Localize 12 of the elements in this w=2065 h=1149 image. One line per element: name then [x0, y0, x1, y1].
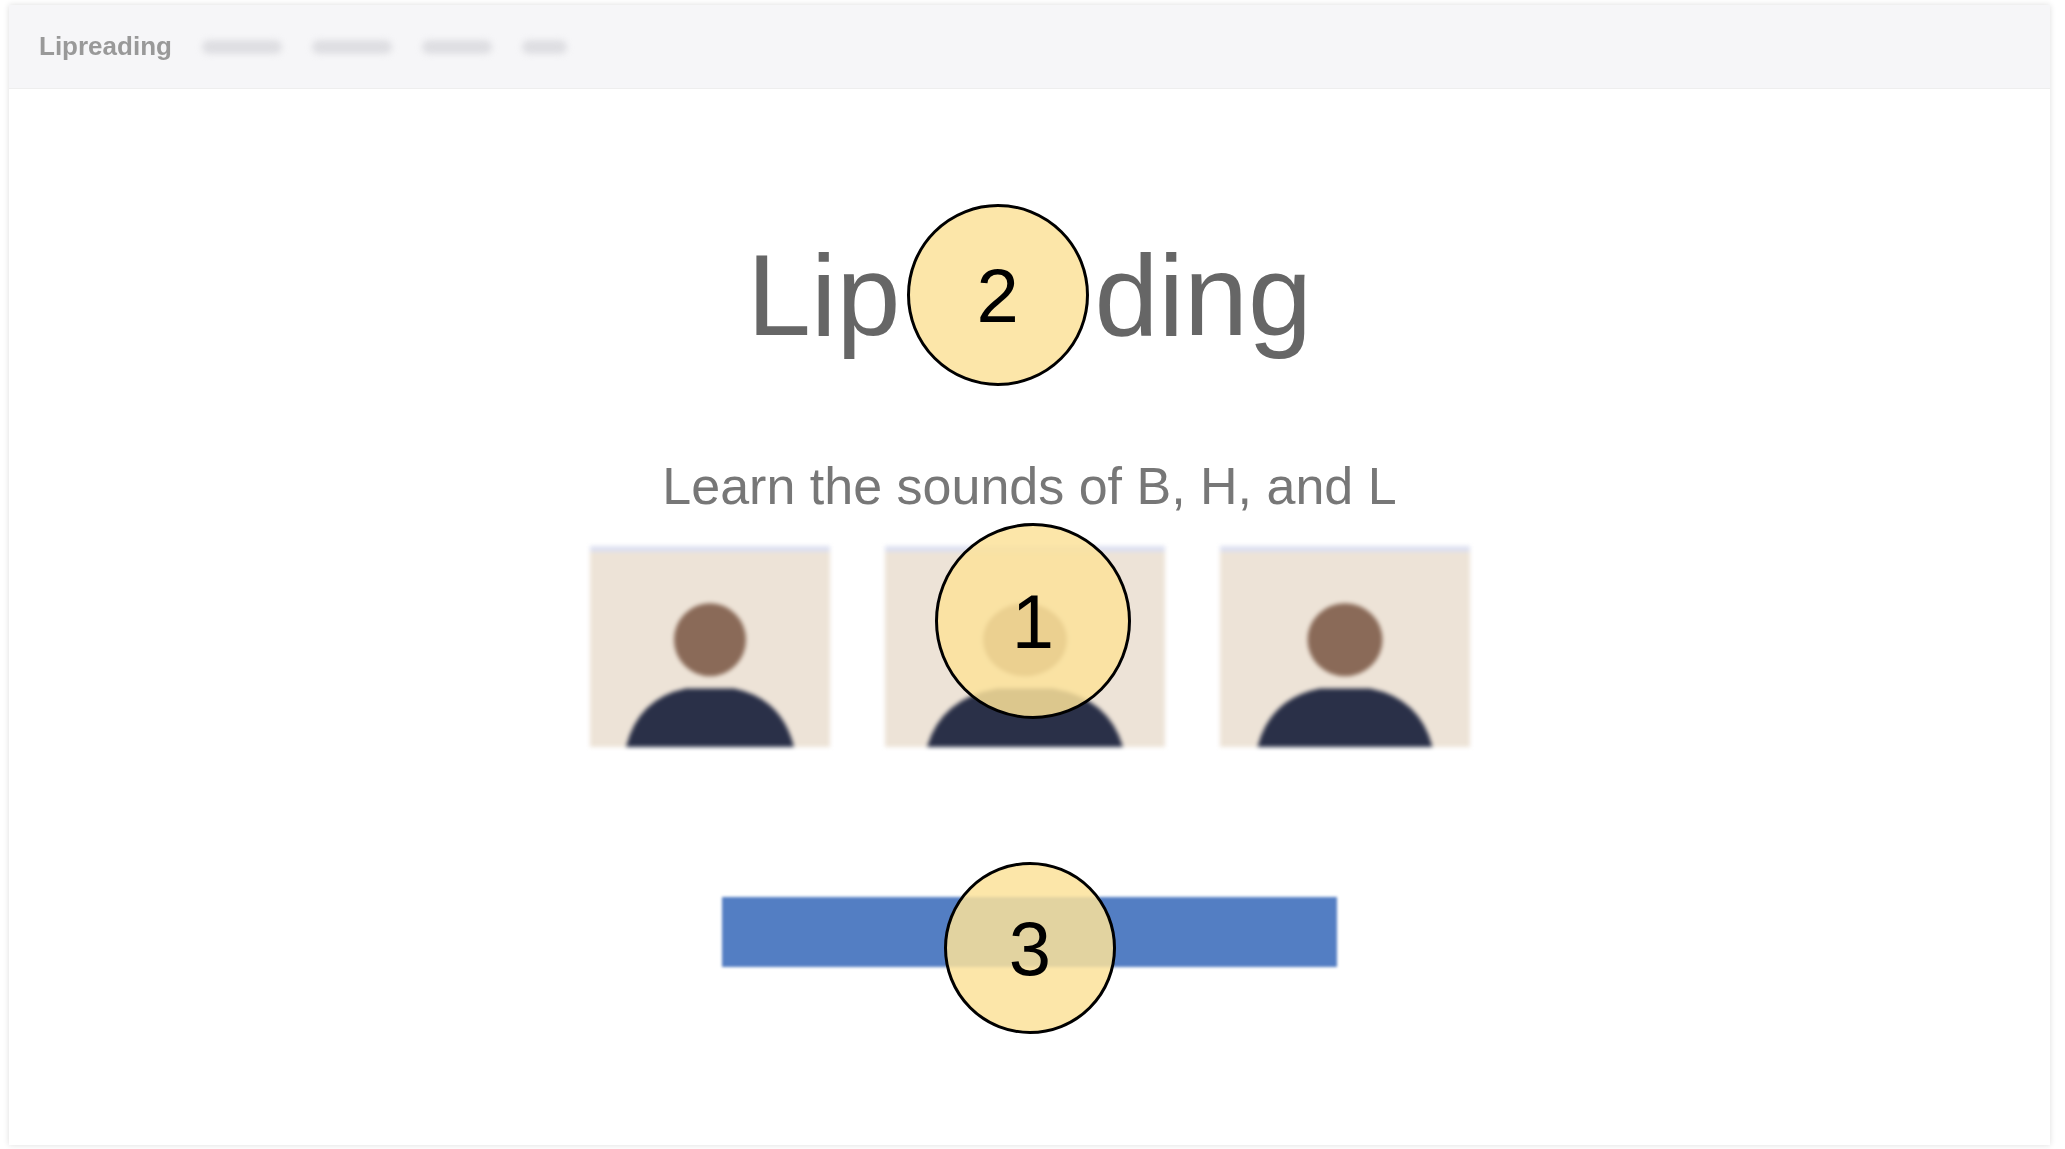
video-thumbnail[interactable] [589, 546, 830, 747]
video-thumbnail[interactable] [1219, 546, 1470, 747]
page-subtitle: Learn the sounds of B, H, and L [662, 456, 1397, 516]
blurred-nav-link[interactable] [201, 39, 282, 54]
page-title-fragment: ding [1094, 231, 1312, 359]
blurred-nav-link[interactable] [311, 39, 392, 54]
blurred-nav-link[interactable] [521, 39, 567, 54]
callout-marker: 2 [906, 204, 1089, 386]
page-title-fragment: Lip [747, 231, 901, 359]
callout-marker: 3 [944, 862, 1116, 1034]
navbar-brand[interactable]: Lipreading [39, 31, 172, 62]
blurred-nav-link[interactable] [421, 39, 492, 54]
